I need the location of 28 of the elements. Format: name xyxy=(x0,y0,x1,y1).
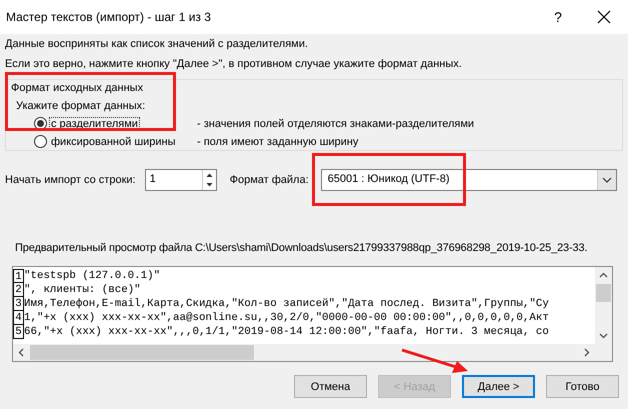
file-format-dropdown[interactable]: 65001 : Юникод (UTF-8) xyxy=(320,169,617,191)
preview-line: "testspb (127.0.0.1)" xyxy=(24,269,160,283)
preview-line: Имя,Телефон,E-mail,Карта,Скидка,"Кол-во записей","Дата послед. Визита",Группы,"Су xyxy=(24,297,549,311)
preview-line: ", клиенты: (все)" xyxy=(24,283,141,297)
group-title: Формат исходных данных xyxy=(11,81,144,96)
instruction-text: Если это верно, нажмите кнопку "Далее >", в противном случае укажите формат данных. xyxy=(5,57,463,72)
line-number: 1 xyxy=(13,269,24,283)
option-description: - поля имеют заданную ширину xyxy=(197,136,358,148)
line-number: 5 xyxy=(13,325,24,339)
preview-line: 66,"+x (xxx) xxx-xx-xx",,,0,1/1,"2019-08-14 12:00:00","faafa, Ногти. 3 месяца, со xyxy=(24,325,549,339)
start-row-spinner[interactable]: 1 xyxy=(144,169,217,191)
wizard-button[interactable]: Готово xyxy=(546,375,619,398)
line-number: 2 xyxy=(13,283,24,297)
start-row-label: Начать импорт со строки: xyxy=(5,174,136,186)
help-button[interactable]: ? xyxy=(535,9,581,25)
window-title: Мастер текстов (импорт) - шаг 1 из 3 xyxy=(6,10,212,24)
radio-label[interactable]: фиксированной ширины xyxy=(49,134,178,148)
option-description: - значения полей отделяются знаками-разделителями xyxy=(197,118,474,130)
radio-label[interactable]: с разделителями xyxy=(49,116,140,130)
line-number: 3 xyxy=(13,297,24,311)
group-prompt: Укажите формат данных: xyxy=(16,99,146,114)
wizard-button[interactable]: Отмена xyxy=(294,375,367,398)
line-number: 4 xyxy=(13,311,24,325)
preview-label: Предварительный просмотр файла C:\Users\shami\Downloads\users21799337988qp_376968298_2019-10-25_23-33. xyxy=(15,241,588,256)
preview-line: 1,"+x (xxx) xxx-xx-xx",aa@sonline.su,,30,2/0,"0000-00-00 00:00:00",,0,0,0,0,0,Акт xyxy=(24,311,549,325)
wizard-button[interactable]: Далее > xyxy=(462,375,535,398)
instruction-text: Данные восприняты как список значений с разделителями. xyxy=(5,37,309,52)
file-format-label: Формат файла: xyxy=(230,174,309,186)
